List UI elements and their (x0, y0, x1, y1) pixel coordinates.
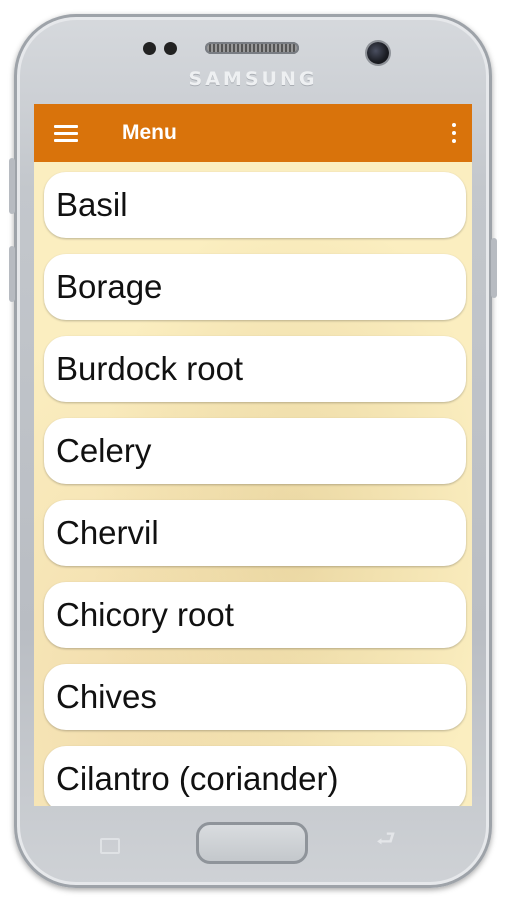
more-vertical-icon[interactable] (450, 121, 458, 145)
list-item[interactable]: Borage (44, 254, 466, 320)
list-item-label: Borage (56, 268, 163, 305)
volume-up-button (9, 158, 15, 214)
hamburger-menu-icon[interactable] (54, 123, 78, 143)
front-camera (367, 42, 389, 64)
list-item[interactable]: Celery (44, 418, 466, 484)
list-item-label: Burdock root (56, 350, 244, 387)
herb-list: Basil Borage Burdock root Celery Chervil… (44, 172, 466, 806)
app-title: Menu (122, 121, 177, 144)
list-item-label: Celery (56, 432, 152, 469)
brand-logo: SAMSUNG (188, 68, 318, 90)
screen: Menu Basil Borage Burdock root Celery Ch… (34, 104, 472, 806)
list-item-label: Chervil (56, 514, 159, 551)
sensor-dot (143, 42, 156, 55)
list-item[interactable]: Chicory root (44, 582, 466, 648)
list-item[interactable]: Chervil (44, 500, 466, 566)
list-item[interactable]: Chives (44, 664, 466, 730)
earpiece-speaker (205, 42, 299, 54)
power-button (491, 238, 497, 298)
volume-down-button (9, 246, 15, 302)
list-item-label: Chives (56, 678, 157, 715)
list-item-label: Chicory root (56, 596, 234, 633)
list-item[interactable]: Burdock root (44, 336, 466, 402)
list-item-label: Basil (56, 186, 128, 223)
list-item-label: Cilantro (coriander) (56, 760, 339, 797)
home-button[interactable] (196, 822, 308, 864)
sensor-dot (164, 42, 177, 55)
app-bar: Menu (34, 104, 472, 162)
back-icon[interactable]: ⮐ (376, 828, 406, 852)
list-item[interactable]: Basil (44, 172, 466, 238)
list-item[interactable]: Cilantro (coriander) (44, 746, 466, 806)
recent-apps-icon[interactable] (100, 834, 124, 854)
